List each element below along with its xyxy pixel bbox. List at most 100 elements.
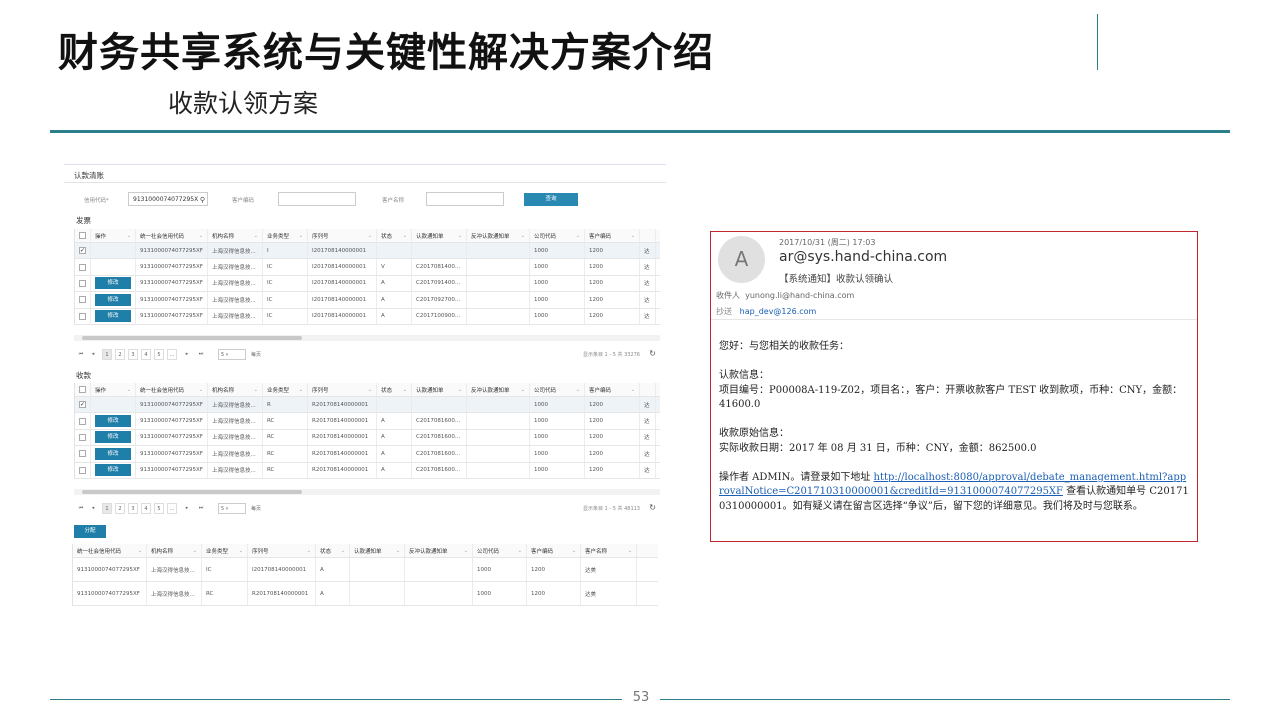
chevron-down-icon[interactable]: ⌄: [458, 387, 462, 393]
edit-button[interactable]: 修改: [95, 431, 131, 444]
chevron-down-icon[interactable]: ⌄: [464, 548, 468, 554]
column-header[interactable]: 客户编码 ⌄: [585, 383, 640, 396]
column-header[interactable]: 序列号 ⌄: [308, 383, 377, 396]
next-page-icon[interactable]: ▸: [182, 503, 192, 514]
first-page-icon[interactable]: ⏮: [76, 349, 86, 360]
column-header[interactable]: 客户名称 ⌄: [581, 544, 637, 557]
header-select-all[interactable]: [75, 229, 91, 242]
page-button[interactable]: ...: [167, 503, 177, 514]
page-button[interactable]: 3: [128, 503, 138, 514]
page-size-select[interactable]: 5 ▾: [218, 349, 246, 360]
chevron-down-icon[interactable]: ⌄: [299, 233, 303, 239]
refresh-icon[interactable]: ↻: [649, 503, 656, 512]
select-all-checkbox[interactable]: [79, 232, 86, 239]
column-header[interactable]: 机构名称 ⌄: [208, 383, 263, 396]
scrollbar-thumb[interactable]: [82, 336, 302, 340]
row-checkbox[interactable]: [79, 312, 86, 320]
header-select-all[interactable]: [75, 383, 91, 396]
chevron-down-icon[interactable]: ⌄: [368, 387, 372, 393]
chevron-down-icon[interactable]: ⌄: [576, 233, 580, 239]
chevron-down-icon[interactable]: ⌄: [396, 548, 400, 554]
table-row[interactable]: 修改 9131000074077295XF 上海汉得信息技... IC I2017081…: [75, 292, 660, 309]
chevron-down-icon[interactable]: ⌄: [403, 387, 407, 393]
chevron-down-icon[interactable]: ⌄: [307, 548, 311, 554]
column-header[interactable]: 状态 ⌄: [377, 229, 412, 242]
column-header[interactable]: 操作 ⌄: [91, 229, 136, 242]
chevron-down-icon[interactable]: ⌄: [239, 548, 243, 554]
row-checkbox[interactable]: [79, 433, 86, 441]
column-header[interactable]: 状态 ⌄: [377, 383, 412, 396]
chevron-down-icon[interactable]: ⌄: [518, 548, 522, 554]
credit-code-input[interactable]: 9131000074077295X ⚲: [128, 192, 208, 206]
column-header[interactable]: 统一社会信用代码 ⌄: [73, 544, 147, 557]
column-header[interactable]: 反冲认款通知单 ⌄: [467, 383, 530, 396]
edit-button[interactable]: 修改: [95, 415, 131, 428]
table-row[interactable]: ✓ 9131000074077295XF 上海汉得信息技... I I201708140…: [75, 243, 660, 260]
column-header[interactable]: 公司代码 ⌄: [530, 383, 585, 396]
chevron-down-icon[interactable]: ⌄: [521, 387, 525, 393]
column-header[interactable]: 业务类型 ⌄: [202, 544, 248, 557]
page-button[interactable]: 3: [128, 349, 138, 360]
chevron-down-icon[interactable]: ⌄: [631, 233, 635, 239]
next-page-icon[interactable]: ▸: [182, 349, 192, 360]
scrollbar-thumb[interactable]: [82, 490, 302, 494]
first-page-icon[interactable]: ⏮: [76, 503, 86, 514]
row-checkbox[interactable]: ✓: [79, 401, 86, 409]
table-row[interactable]: 修改 9131000074077295XF 上海汉得信息技... RC R2017081…: [75, 429, 660, 447]
assign-button[interactable]: 分配: [74, 525, 106, 538]
last-page-icon[interactable]: ⏭: [196, 503, 206, 514]
column-header[interactable]: 序列号 ⌄: [308, 229, 377, 242]
page-button[interactable]: 4: [141, 349, 151, 360]
column-header[interactable]: 认款通知单 ⌄: [350, 544, 405, 557]
column-header[interactable]: 业务类型 ⌄: [263, 383, 308, 396]
row-checkbox[interactable]: [79, 296, 86, 304]
column-header[interactable]: 统一社会信用代码 ⌄: [136, 229, 208, 242]
chevron-down-icon[interactable]: ⌄: [521, 233, 525, 239]
column-header[interactable]: 操作 ⌄: [91, 383, 136, 396]
column-header[interactable]: 客户编码 ⌄: [527, 544, 581, 557]
table-row[interactable]: 9131000074077295XF 上海汉得信息技... IC I201708140…: [75, 259, 660, 276]
chevron-down-icon[interactable]: ⌄: [127, 233, 131, 239]
table-row[interactable]: 9131000074077295XF 上海汉得信息技... RC R201708140…: [73, 582, 658, 606]
edit-button[interactable]: 修改: [95, 464, 131, 477]
column-header[interactable]: 反冲认款通知单 ⌄: [405, 544, 473, 557]
row-checkbox[interactable]: [79, 279, 86, 287]
refresh-icon[interactable]: ↻: [649, 349, 656, 358]
chevron-down-icon[interactable]: ⌄: [199, 233, 203, 239]
row-checkbox[interactable]: [79, 263, 86, 271]
chevron-down-icon[interactable]: ⌄: [193, 548, 197, 554]
row-checkbox[interactable]: ✓: [79, 247, 86, 255]
page-button[interactable]: 4: [141, 503, 151, 514]
page-button[interactable]: 2: [115, 503, 125, 514]
chevron-down-icon[interactable]: ⌄: [299, 387, 303, 393]
invoice-horizontal-scrollbar[interactable]: [74, 335, 660, 341]
row-checkbox[interactable]: [79, 466, 86, 474]
chevron-down-icon[interactable]: ⌄: [628, 548, 632, 554]
edit-button[interactable]: 修改: [95, 277, 131, 290]
chevron-down-icon[interactable]: ⌄: [631, 387, 635, 393]
chevron-down-icon[interactable]: ⌄: [127, 387, 131, 393]
customer-code-input[interactable]: [278, 192, 356, 206]
last-page-icon[interactable]: ⏭: [196, 349, 206, 360]
column-header[interactable]: 统一社会信用代码 ⌄: [136, 383, 208, 396]
chevron-down-icon[interactable]: ⌄: [572, 548, 576, 554]
page-button[interactable]: 1: [102, 503, 112, 514]
search-icon[interactable]: ⚲: [200, 196, 205, 204]
page-button[interactable]: 1: [102, 349, 112, 360]
page-button[interactable]: ...: [167, 349, 177, 360]
column-header[interactable]: 反冲认款通知单 ⌄: [467, 229, 530, 242]
prev-page-icon[interactable]: ◂: [88, 349, 98, 360]
prev-page-icon[interactable]: ◂: [88, 503, 98, 514]
edit-button[interactable]: 修改: [95, 293, 131, 306]
row-checkbox[interactable]: [79, 450, 86, 458]
table-row[interactable]: 修改 9131000074077295XF 上海汉得信息技... IC I2017081…: [75, 275, 660, 293]
customer-name-input[interactable]: [426, 192, 504, 206]
receipt-horizontal-scrollbar[interactable]: [74, 489, 660, 495]
column-header[interactable]: 机构名称 ⌄: [208, 229, 263, 242]
column-header[interactable]: 机构名称 ⌄: [147, 544, 202, 557]
edit-button[interactable]: 修改: [95, 310, 131, 323]
column-header[interactable]: 业务类型 ⌄: [263, 229, 308, 242]
chevron-down-icon[interactable]: ⌄: [199, 387, 203, 393]
row-checkbox[interactable]: [79, 417, 86, 425]
column-header[interactable]: 公司代码 ⌄: [473, 544, 527, 557]
